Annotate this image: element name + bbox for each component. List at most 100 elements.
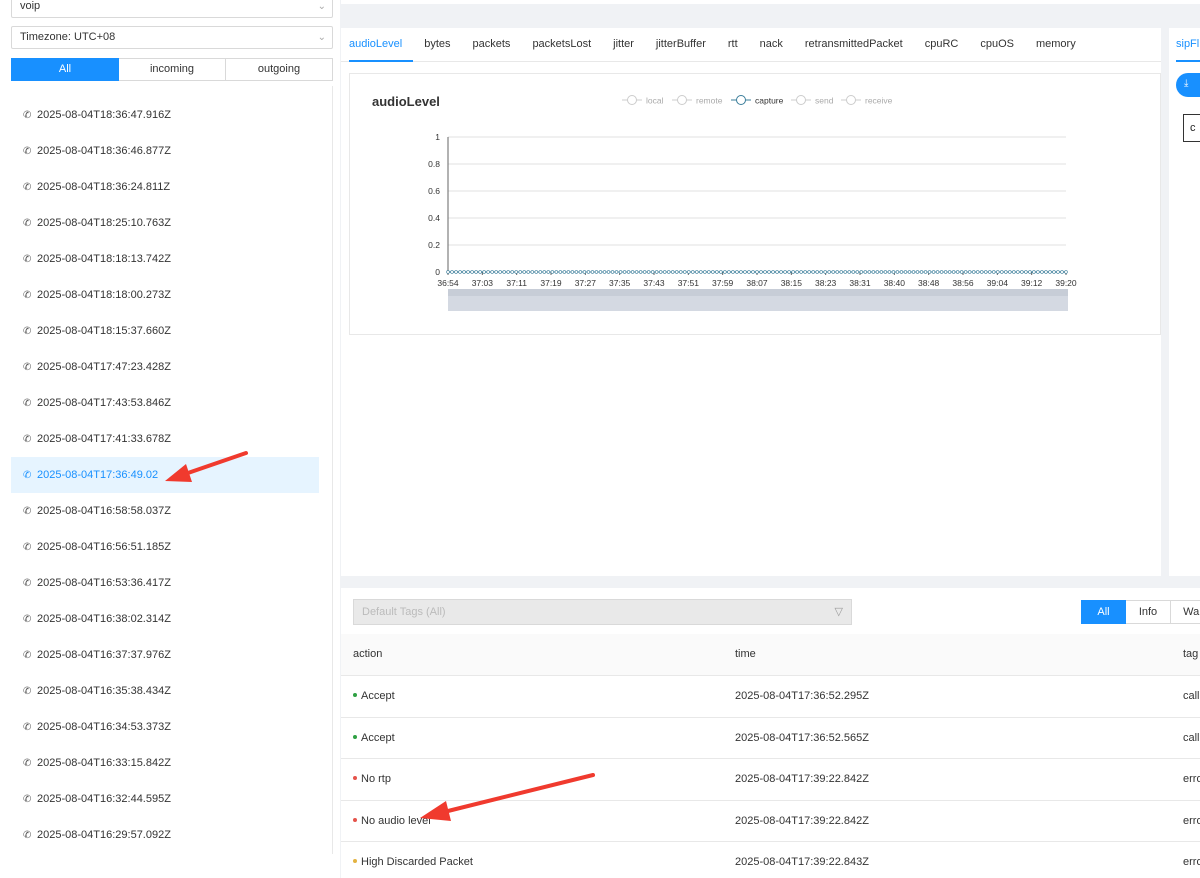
data-point — [671, 270, 675, 274]
log-table-header: action time tag — [341, 634, 1200, 676]
data-point — [843, 270, 847, 274]
tab-jitterBuffer[interactable]: jitterBuffer — [645, 28, 717, 62]
data-point — [727, 270, 731, 274]
data-point — [634, 270, 639, 274]
data-point — [610, 270, 615, 274]
data-point — [799, 270, 803, 274]
tab-retransmittedPacket[interactable]: retransmittedPacket — [794, 28, 914, 62]
call-timestamp: 2025-08-04T18:25:10.763Z — [37, 217, 171, 229]
tab-rtt[interactable]: rtt — [717, 28, 749, 62]
direction-tab-incoming[interactable]: incoming — [119, 58, 226, 81]
tab-cpuOS[interactable]: cpuOS — [969, 28, 1025, 62]
call-list-item[interactable]: ✆ 2025-08-04T16:38:02.314Z — [11, 601, 319, 637]
call-list-item[interactable]: ✆ 2025-08-04T16:34:53.373Z — [11, 709, 319, 745]
data-point — [687, 270, 691, 274]
tab-sip-flow[interactable]: sipFl — [1176, 38, 1199, 50]
data-point — [614, 270, 619, 274]
call-list-item[interactable]: ✆ 2025-08-04T16:37:37.976Z — [11, 637, 319, 673]
tag-filter-select[interactable]: Default Tags (All) ▽ — [353, 599, 852, 625]
level-tab-warn[interactable]: War — [1171, 600, 1200, 624]
y-tick-label: 0.4 — [428, 213, 440, 223]
call-list-item[interactable]: ✆ 2025-08-04T16:58:58.037Z — [11, 493, 319, 529]
y-tick-label: 0 — [435, 267, 440, 277]
level-tab-info[interactable]: Info — [1126, 600, 1171, 624]
call-list-item[interactable]: ✆ 2025-08-04T16:53:36.417Z — [11, 565, 319, 601]
legend-marker — [796, 95, 806, 105]
tab-packetsLost[interactable]: packetsLost — [521, 28, 602, 62]
tab-packets[interactable]: packets — [462, 28, 522, 62]
log-row[interactable]: No rtp 2025-08-04T17:39:22.842Z erro — [341, 759, 1200, 801]
y-tick-label: 0.2 — [428, 240, 440, 250]
log-time-cell: 2025-08-04T17:36:52.565Z — [735, 731, 869, 744]
data-point — [739, 270, 743, 274]
data-point — [466, 270, 470, 274]
tab-jitter[interactable]: jitter — [602, 28, 645, 62]
call-list-item[interactable]: ✆ 2025-08-04T18:18:00.273Z — [11, 277, 319, 313]
log-row[interactable]: Accept 2025-08-04T17:36:52.565Z call — [341, 718, 1200, 759]
app-select[interactable]: voip ⌄ — [11, 0, 333, 18]
tab-cpuRC[interactable]: cpuRC — [914, 28, 970, 62]
log-row[interactable]: No audio level 2025-08-04T17:39:22.842Z er… — [341, 801, 1200, 842]
data-point — [462, 270, 466, 274]
call-list-item[interactable]: ✆ 2025-08-04T17:41:33.678Z — [11, 421, 319, 457]
call-list-item[interactable]: ✆ 2025-08-04T16:32:44.595Z — [11, 781, 319, 817]
call-list-item[interactable]: ✆ 2025-08-04T18:36:47.916Z — [11, 97, 319, 133]
legend-item: capture — [755, 96, 784, 106]
data-point — [598, 270, 603, 274]
data-point — [654, 270, 659, 274]
data-point — [935, 270, 940, 274]
download-button[interactable]: ⤓ — [1176, 73, 1200, 97]
call-sidebar: voip ⌄ Timezone: UTC+08 ⌄ All incoming o… — [0, 0, 340, 878]
tab-bytes[interactable]: bytes — [413, 28, 461, 62]
x-tick-label: 39:20 — [1055, 278, 1077, 288]
data-point — [903, 270, 908, 274]
tab-memory[interactable]: memory — [1025, 28, 1087, 62]
data-point — [807, 270, 811, 274]
data-point — [963, 270, 968, 274]
call-list-item[interactable]: ✆ 2025-08-04T18:36:46.877Z — [11, 133, 319, 169]
call-timestamp: 2025-08-04T18:36:46.877Z — [37, 145, 171, 157]
call-list-item[interactable]: ✆ 2025-08-04T17:47:23.428Z — [11, 349, 319, 385]
direction-tab-outgoing[interactable]: outgoing — [226, 58, 333, 81]
data-point — [996, 270, 1000, 274]
log-row[interactable]: Accept 2025-08-04T17:36:52.295Z call — [341, 676, 1200, 718]
call-list-item[interactable]: ✆ 2025-08-04T16:29:57.092Z — [11, 817, 319, 853]
log-action-text: No audio level — [361, 814, 431, 827]
call-list-item[interactable]: ✆ 2025-08-04T18:36:24.811Z — [11, 169, 319, 205]
call-list-item[interactable]: ✆ 2025-08-04T18:18:13.742Z — [11, 241, 319, 277]
log-table: action time tag Accept 2025-08-04T17:36:5… — [341, 634, 1200, 878]
data-point — [703, 270, 707, 274]
log-row[interactable]: High Discarded Packet 2025-08-04T17:39:22… — [341, 842, 1200, 878]
data-point — [831, 270, 835, 274]
sip-flow-panel: sipFl ⤓ c — [1169, 28, 1200, 576]
sip-flow-box[interactable]: c — [1183, 114, 1200, 142]
data-point — [783, 270, 787, 274]
data-point — [735, 270, 739, 274]
data-point — [1060, 270, 1064, 274]
call-list-item[interactable]: ✆ 2025-08-04T17:43:53.846Z — [11, 385, 319, 421]
call-list-item[interactable]: ✆ 2025-08-04T17:36:49.02 — [11, 457, 319, 493]
log-time-cell: 2025-08-04T17:36:52.295Z — [735, 690, 869, 702]
y-tick-label: 1 — [435, 132, 440, 142]
call-list: ✆ 2025-08-04T18:36:47.916Z ✆ 2025-08-04T18:… — [11, 97, 319, 853]
data-point — [638, 270, 643, 274]
call-list-item[interactable]: ✆ 2025-08-04T18:25:10.763Z — [11, 205, 319, 241]
data-point — [474, 270, 478, 274]
data-point — [767, 270, 771, 274]
x-tick-label: 37:59 — [712, 278, 734, 288]
timezone-select[interactable]: Timezone: UTC+08 ⌄ — [11, 26, 333, 49]
call-list-item[interactable]: ✆ 2025-08-04T16:35:38.434Z — [11, 673, 319, 709]
call-list-item[interactable]: ✆ 2025-08-04T16:56:51.185Z — [11, 529, 319, 565]
call-list-item[interactable]: ✆ 2025-08-04T18:15:37.660Z — [11, 313, 319, 349]
tab-nack[interactable]: nack — [749, 28, 794, 62]
level-dot-icon — [353, 734, 357, 739]
data-point — [626, 270, 631, 274]
level-tab-all[interactable]: All — [1081, 600, 1126, 624]
filter-icon: ▽ — [834, 606, 843, 618]
direction-tab-all[interactable]: All — [11, 58, 119, 81]
call-list-item[interactable]: ✆ 2025-08-04T16:33:15.842Z — [11, 745, 319, 781]
data-point — [570, 270, 575, 274]
chart-title: audioLevel — [372, 94, 440, 109]
legend-item: receive — [865, 96, 893, 106]
tab-audioLevel[interactable]: audioLevel — [349, 28, 414, 62]
